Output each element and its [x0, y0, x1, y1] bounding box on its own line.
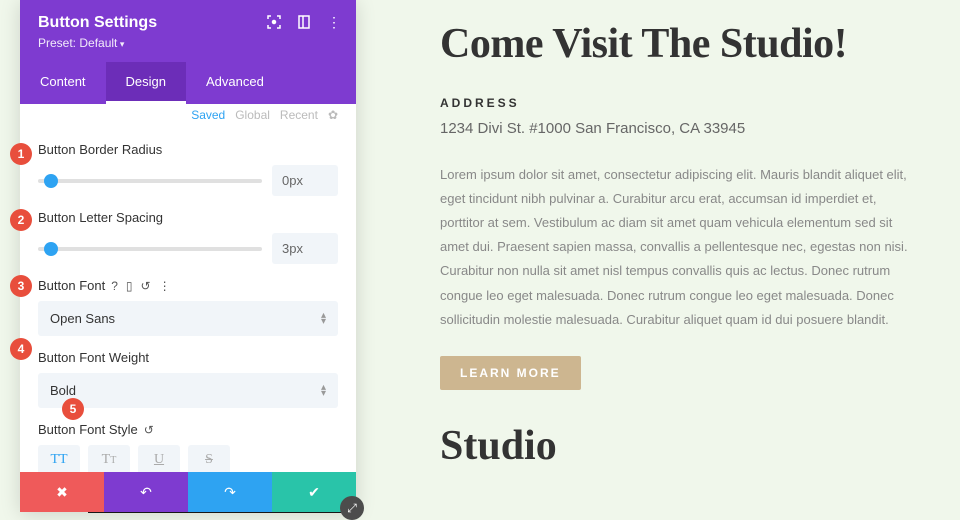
slider-thumb[interactable] [44, 242, 58, 256]
cancel-button[interactable]: ✖ [20, 472, 104, 512]
link-global[interactable]: Global [235, 108, 270, 122]
value-letter-spacing[interactable]: 3px [272, 233, 338, 264]
style-strikethrough-button[interactable]: S [188, 445, 230, 472]
select-font-weight[interactable]: Bold ▴▾ [38, 373, 338, 408]
style-smallcaps-button[interactable]: TT [88, 445, 130, 472]
preset-dropdown[interactable]: Preset: Default [38, 36, 338, 50]
redo-button[interactable]: ↷ [188, 472, 272, 512]
label-font-style: Button Font Style [38, 422, 138, 437]
address-label: ADDRESS [440, 96, 920, 110]
setting-border-radius: Button Border Radius 0px [38, 142, 338, 196]
address-text: 1234 Divi St. #1000 San Francisco, CA 33… [440, 120, 920, 137]
panel-header: Button Settings Preset: Default ⋮ [20, 0, 356, 62]
setting-font: Button Font ? ▯ ↺ ⋮ Open Sans ▴▾ [38, 278, 338, 336]
slider-letter-spacing[interactable] [38, 247, 262, 251]
reset-icon[interactable]: ↺ [144, 423, 154, 437]
expand-handle-icon[interactable]: ⤢ [340, 496, 364, 520]
undo-button[interactable]: ↶ [104, 472, 188, 512]
badge-5: 5 [62, 398, 84, 420]
value-border-radius[interactable]: 0px [272, 165, 338, 196]
setting-font-style: Button Font Style ↺ TT TT U S [38, 422, 338, 472]
label-letter-spacing: Button Letter Spacing [38, 210, 338, 225]
slider-thumb[interactable] [44, 174, 58, 188]
badge-2: 2 [10, 209, 32, 231]
page-preview: Come Visit The Studio! ADDRESS 1234 Divi… [440, 20, 920, 470]
label-font: Button Font [38, 278, 105, 293]
style-underline-button[interactable]: U [138, 445, 180, 472]
more-icon[interactable]: ⋮ [159, 279, 171, 293]
preview-bottom-heading: Studio [440, 422, 920, 470]
link-recent[interactable]: Recent [280, 108, 318, 122]
setting-font-weight: Button Font Weight Bold ▴▾ [38, 350, 338, 408]
badge-4: 4 [10, 338, 32, 360]
help-icon[interactable]: ? [111, 279, 118, 293]
settings-panel: Button Settings Preset: Default ⋮ Conten… [20, 0, 356, 512]
more-icon[interactable]: ⋮ [326, 14, 342, 30]
badge-1: 1 [10, 143, 32, 165]
select-font-value: Open Sans [50, 311, 115, 326]
select-font[interactable]: Open Sans ▴▾ [38, 301, 338, 336]
setting-letter-spacing: Button Letter Spacing 3px [38, 210, 338, 264]
gear-icon[interactable]: ✿ [328, 108, 338, 122]
chevron-updown-icon: ▴▾ [321, 313, 326, 325]
preset-links: Saved Global Recent ✿ [20, 104, 356, 124]
preview-body: Lorem ipsum dolor sit amet, consectetur … [440, 163, 920, 331]
preview-heading: Come Visit The Studio! [440, 20, 920, 68]
link-saved[interactable]: Saved [191, 108, 225, 122]
reset-icon[interactable]: ↺ [141, 279, 151, 293]
tabs: Content Design Advanced [20, 62, 356, 104]
select-font-weight-value: Bold [50, 383, 76, 398]
focus-icon[interactable] [266, 14, 282, 30]
label-border-radius: Button Border Radius [38, 142, 338, 157]
label-font-weight: Button Font Weight [38, 350, 338, 365]
learn-more-button[interactable]: LEARN MORE [440, 356, 581, 390]
tab-advanced[interactable]: Advanced [186, 62, 284, 104]
panel-footer: ✖ ↶ ↷ ✔ [20, 472, 356, 512]
chevron-updown-icon: ▴▾ [321, 385, 326, 397]
tab-design[interactable]: Design [106, 62, 186, 104]
badge-3: 3 [10, 275, 32, 297]
layout-icon[interactable] [296, 14, 312, 30]
responsive-icon[interactable]: ▯ [126, 279, 133, 293]
tab-content[interactable]: Content [20, 62, 106, 104]
style-uppercase-button[interactable]: TT [38, 445, 80, 472]
slider-border-radius[interactable] [38, 179, 262, 183]
